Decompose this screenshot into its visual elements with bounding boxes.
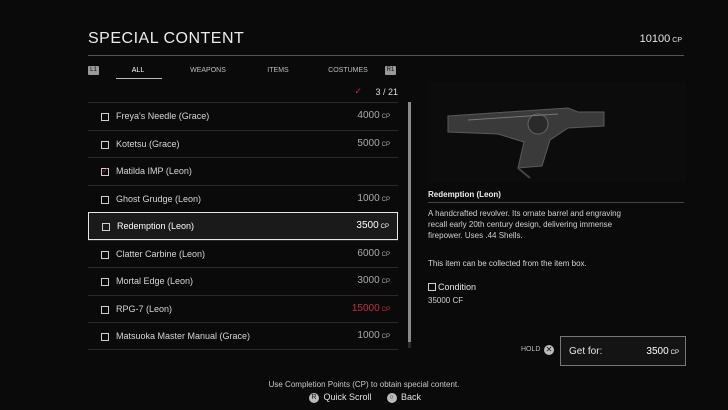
tab-costumes[interactable]: COSTUMES [328, 67, 368, 74]
r-stick-icon[interactable]: R [308, 392, 319, 403]
get-for-label: Get for: [569, 346, 603, 357]
get-for-price-value: 3500 [646, 346, 669, 357]
page-title: SPECIAL CONTENT [88, 30, 245, 47]
item-checkbox [101, 305, 109, 314]
circle-button-icon[interactable]: ○ [386, 392, 397, 403]
item-price: 1000 CP [357, 193, 390, 204]
detail-note: This item can be collected from the item… [428, 259, 587, 268]
list-item[interactable]: Kotetsu (Grace) 5000 CP [88, 129, 398, 158]
list-item[interactable]: Matilda IMP (Leon) [88, 157, 398, 185]
list-item[interactable]: Redemption (Leon) 3500 CP [88, 212, 398, 240]
quick-scroll-label[interactable]: Quick Scroll [323, 392, 371, 402]
item-price-unit: CP [381, 196, 390, 203]
item-checkbox [101, 113, 109, 121]
footer-hint: Use Completion Points (CP) to obtain spe… [268, 380, 460, 389]
hold-label: HOLD [521, 346, 541, 353]
item-price-unit: CP [381, 334, 390, 340]
item-price: 4000 CP [357, 110, 390, 121]
checkmark-icon: ✓ [354, 86, 362, 96]
cp-unit: CP [672, 37, 682, 44]
list-item[interactable]: Ghost Grudge (Leon) 1000 CP [88, 184, 398, 213]
header-divider [88, 55, 684, 56]
get-for-price-unit: CP [670, 350, 679, 356]
tab-weapons[interactable]: WEAPONS [190, 67, 226, 74]
item-name: RPG-7 (Leon) [116, 303, 173, 314]
item-price-unit: CP [381, 306, 390, 313]
item-price: 15000 CP [352, 303, 390, 314]
condition-checkbox [428, 283, 436, 291]
item-price-unit: CP [381, 141, 390, 148]
list-item[interactable]: RPG-7 (Leon) 15000 CP [88, 294, 398, 323]
condition-value: 35000 CF [428, 296, 464, 305]
collected-count: 3 / 21 [375, 87, 398, 97]
item-price-unit: CP [381, 251, 390, 258]
detail-description: A handcrafted revolver. Its ornate barre… [428, 209, 622, 240]
category-tabs: L1 ALL WEAPONS ITEMS COSTUMES R1 [88, 64, 398, 80]
item-price: 3500 CP [356, 220, 389, 231]
detail-item-name: Redemption (Leon) [428, 190, 501, 199]
detail-divider [428, 202, 684, 203]
cross-button-icon[interactable]: ✕ [544, 345, 554, 355]
content-list: Freya's Needle (Grace) 4000 CP Kotetsu (Gra… [88, 102, 398, 350]
item-preview-image [428, 82, 686, 182]
item-price-value: 5000 [357, 137, 380, 149]
l1-button-icon[interactable]: L1 [88, 66, 99, 75]
back-label[interactable]: Back [401, 392, 421, 402]
get-for-button[interactable]: Get for: 3500 CP [560, 336, 686, 366]
item-price-value: 3500 [356, 220, 379, 231]
item-price-value: 1000 [357, 192, 380, 204]
tab-all[interactable]: ALL [132, 67, 144, 74]
cp-total-value: 10100 [639, 33, 671, 45]
revolver-icon [428, 82, 686, 182]
item-name: Ghost Grudge (Leon) [116, 193, 202, 204]
item-name: Kotetsu (Grace) [116, 138, 180, 149]
item-price: 1000 CP [357, 330, 390, 341]
collection-progress: ✓ 3 / 21 [88, 86, 398, 100]
item-name: Clatter Carbine (Leon) [116, 248, 206, 259]
item-price-unit: CP [381, 279, 390, 285]
active-tab-underline [116, 78, 162, 79]
item-price-value: 6000 [357, 247, 380, 259]
list-item[interactable]: Mortal Edge (Leon) 3000 CP [88, 267, 398, 295]
item-name: Redemption (Leon) [117, 221, 195, 231]
item-price-value: 15000 [351, 302, 380, 314]
tab-items[interactable]: ITEMS [267, 67, 288, 74]
footer-actions: R Quick Scroll ○ Back [0, 392, 728, 403]
item-price: 5000 CP [357, 138, 390, 149]
item-checkbox [101, 166, 109, 176]
list-item[interactable]: Matsuoka Master Manual (Grace) 1000 CP [88, 322, 398, 350]
item-checkbox [101, 250, 109, 259]
r1-button-icon[interactable]: R1 [385, 66, 396, 75]
list-item[interactable]: Freya's Needle (Grace) 4000 CP [88, 102, 398, 130]
item-price: 6000 CP [357, 248, 390, 259]
list-item[interactable]: Clatter Carbine (Leon) 6000 CP [88, 239, 398, 268]
get-for-price: 3500 CP [646, 346, 679, 357]
condition-label: Condition [438, 282, 477, 292]
list-scrollbar[interactable] [408, 102, 411, 348]
item-checkbox [101, 140, 109, 149]
item-checkbox [101, 195, 109, 204]
item-name: Freya's Needle (Grace) [116, 111, 210, 121]
item-price-value: 1000 [357, 330, 380, 341]
item-checkbox [101, 278, 109, 286]
item-price: 3000 CP [357, 275, 390, 286]
item-checkbox [102, 223, 110, 231]
item-price-value: 4000 [357, 110, 380, 121]
item-checkbox [101, 333, 109, 341]
item-name: Matsuoka Master Manual (Grace) [116, 331, 251, 341]
cp-total: 10100 CP [640, 33, 682, 45]
item-name: Mortal Edge (Leon) [116, 276, 194, 286]
item-price-unit: CP [380, 224, 389, 230]
item-name: Matilda IMP (Leon) [116, 166, 192, 176]
scrollbar-thumb[interactable] [408, 102, 411, 342]
item-price-value: 3000 [357, 275, 380, 286]
item-price-unit: CP [381, 114, 390, 120]
